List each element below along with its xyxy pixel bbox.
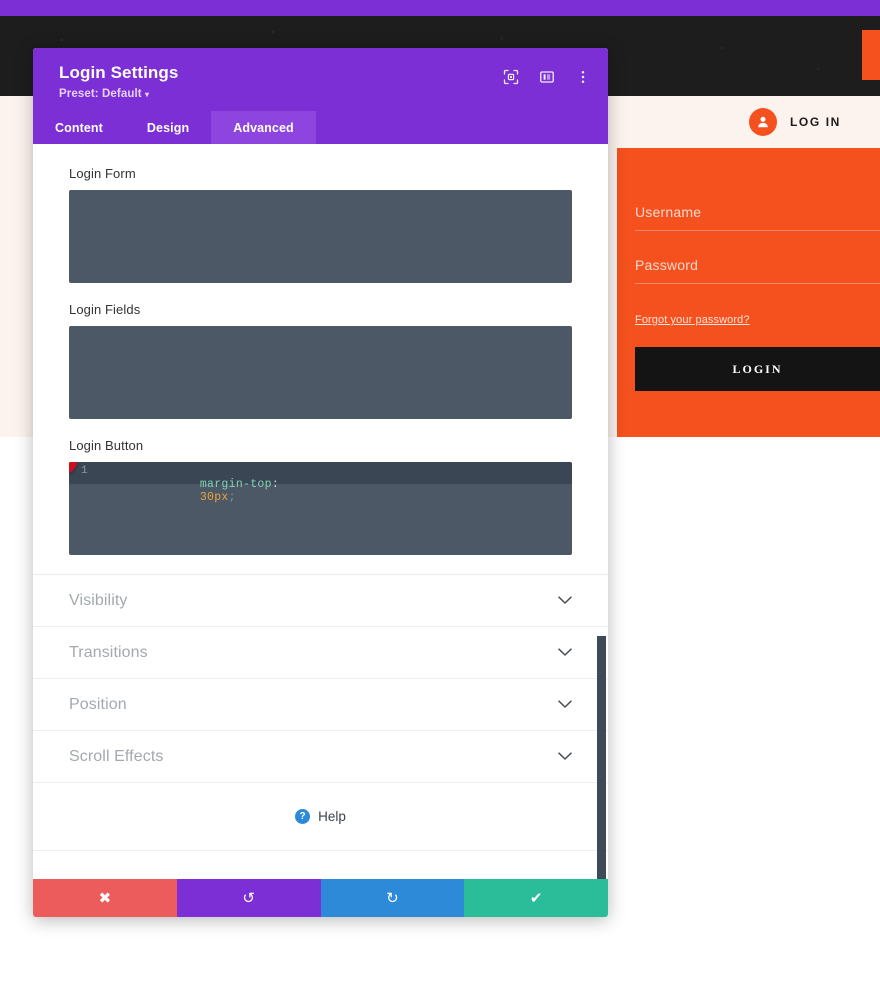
login-submit-button[interactable]: LOGIN: [635, 347, 880, 391]
chevron-down-icon: [558, 594, 572, 607]
module-settings-modal: Login Settings Preset: Default ▾ Content…: [33, 48, 608, 918]
accordion-position[interactable]: Position: [33, 679, 608, 732]
preset-label: Preset: Default: [59, 88, 142, 101]
accordion-transitions[interactable]: Transitions: [33, 627, 608, 680]
field-login-form: Login Form: [33, 144, 608, 284]
more-vertical-icon[interactable]: [574, 68, 592, 86]
field-label-login-button: Login Button: [69, 438, 144, 454]
login-form-css-editor[interactable]: [69, 190, 572, 284]
help-question-icon: ?: [295, 809, 311, 825]
modal-header-titles: Login Settings Preset: Default ▾: [59, 62, 178, 100]
accordion-visibility[interactable]: Visibility: [33, 575, 608, 628]
tab-design[interactable]: Design: [125, 111, 211, 144]
password-label: Password: [635, 257, 699, 273]
modal-footer: ✖ ↺ ↻ ✔: [33, 879, 608, 918]
undo-button[interactable]: ↺: [176, 879, 321, 918]
page-root: LOG IN Username Password Forgot your pas…: [0, 0, 880, 1006]
chevron-down-icon: [558, 698, 572, 711]
tab-content[interactable]: Content: [33, 111, 125, 144]
modal-header: Login Settings Preset: Default ▾: [33, 48, 608, 112]
chevron-down-icon: [558, 646, 572, 659]
field-label-login-fields: Login Fields: [69, 302, 141, 318]
modal-header-actions: [502, 62, 592, 86]
field-login-button: Login Button 1 1 margin-top: 30px;: [33, 438, 608, 556]
modal-scroll-content: Login Form Login Fields Login Button 1 1: [33, 144, 608, 852]
save-button[interactable]: ✔: [464, 879, 608, 918]
forgot-password-link[interactable]: Forgot your password?: [635, 314, 750, 326]
modal-body: Login Form Login Fields Login Button 1 1: [33, 144, 608, 880]
field-login-fields: Login Fields: [33, 302, 608, 420]
user-circle-icon: [749, 108, 777, 136]
css-value-token: 30px: [199, 491, 229, 505]
accordion-label-position: Position: [69, 695, 127, 713]
redo-button[interactable]: ↻: [320, 879, 465, 918]
chevron-down-icon: [558, 750, 572, 763]
code-line-number: 1: [81, 465, 88, 478]
login-widget: LOG IN Username Password Forgot your pas…: [617, 96, 880, 437]
accordion-scroll-effects[interactable]: Scroll Effects: [33, 731, 608, 784]
css-colon-token: :: [271, 478, 280, 492]
login-button-css-editor[interactable]: 1 1 margin-top: 30px;: [69, 462, 572, 556]
login-fields-css-editor[interactable]: [69, 326, 572, 420]
modal-tabs: Content Design Advanced: [33, 111, 608, 145]
admin-top-bar: [0, 0, 880, 16]
password-field[interactable]: Password: [635, 257, 880, 284]
login-widget-title: LOG IN: [790, 115, 841, 129]
username-label: Username: [635, 204, 702, 220]
cancel-button[interactable]: ✖: [33, 879, 177, 918]
modal-scrollbar-thumb[interactable]: [597, 636, 606, 880]
chevron-down-icon: ▾: [144, 90, 150, 100]
field-label-login-form: Login Form: [69, 166, 136, 182]
preset-selector[interactable]: Preset: Default ▾: [59, 88, 178, 100]
layout-panel-icon[interactable]: [538, 68, 556, 86]
css-property-token: margin-top: [199, 478, 272, 492]
hero-orange-accent: [862, 30, 880, 80]
accordion-label-scroll-effects: Scroll Effects: [69, 747, 164, 765]
help-row[interactable]: ? Help: [33, 783, 608, 852]
css-semicolon-token: ;: [228, 491, 236, 505]
modal-title: Login Settings: [59, 63, 179, 82]
help-label: Help: [318, 809, 346, 825]
focus-target-icon[interactable]: [502, 68, 520, 86]
login-widget-header: LOG IN: [617, 96, 880, 148]
accordion-label-transitions: Transitions: [69, 643, 148, 661]
tab-advanced[interactable]: Advanced: [211, 111, 316, 145]
code-line-content: margin-top: 30px;: [99, 465, 279, 517]
login-form-panel: Username Password Forgot your password? …: [617, 148, 880, 437]
username-field[interactable]: Username: [635, 204, 880, 231]
accordion-label-visibility: Visibility: [69, 591, 128, 609]
